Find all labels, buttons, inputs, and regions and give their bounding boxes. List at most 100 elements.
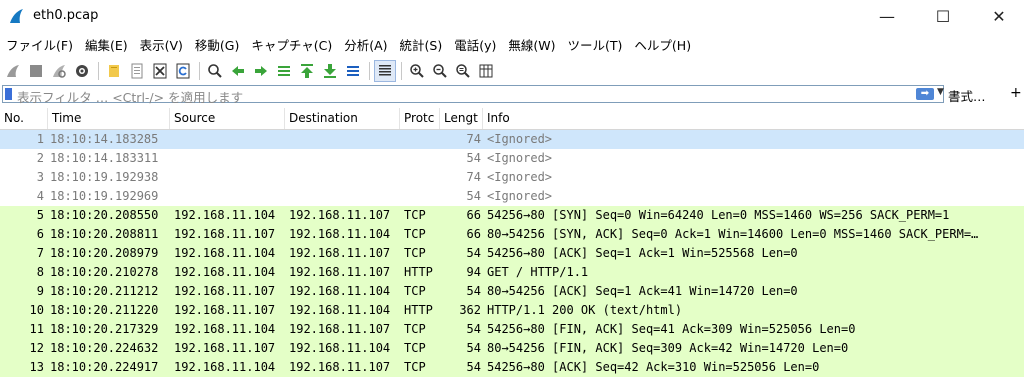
table-row[interactable]: 11 18:10:20.217329 192.168.11.104 192.168.1… <box>0 320 1024 339</box>
cell-info: 54256→80 [FIN, ACK] Seq=41 Ack=309 Win=5… <box>487 322 856 336</box>
stop-icon[interactable] <box>25 60 47 82</box>
cell-no: 1 <box>36 132 44 146</box>
menu-item[interactable]: キャプチャ(C) <box>245 34 338 58</box>
title-bar: eth0.pcap — ☐ ✕ <box>0 0 1024 32</box>
last-packet-icon[interactable] <box>319 60 341 82</box>
colorize-icon[interactable] <box>374 60 396 82</box>
cell-info: 54256→80 [SYN] Seq=0 Win=64240 Len=0 MSS… <box>487 208 950 222</box>
minimize-button[interactable]: — <box>864 0 910 32</box>
table-row[interactable]: 4 18:10:19.192969 54 <Ignored> <box>0 187 1024 206</box>
menu-item[interactable]: ファイル(F) <box>0 34 79 58</box>
menu-item[interactable]: ヘルプ(H) <box>628 34 697 58</box>
cell-len: 74 <box>466 170 481 184</box>
column-header-info[interactable]: Info <box>483 108 1024 129</box>
display-filter-input[interactable]: 表示フィルタ … <Ctrl-/> を適用します ➡ ▼ <box>2 85 944 105</box>
toolbar-separator <box>98 62 99 80</box>
menu-item[interactable]: ツール(T) <box>562 34 629 58</box>
cell-time: 18:10:19.192969 <box>50 189 159 203</box>
close-button[interactable]: ✕ <box>976 0 1022 32</box>
cell-len: 54 <box>466 246 481 260</box>
expression-button[interactable]: 書式… <box>948 86 986 105</box>
maximize-button[interactable]: ☐ <box>920 0 966 32</box>
packet-list-header: No. Time Source Destination Protc Lengt … <box>0 108 1024 130</box>
column-header-no[interactable]: No. <box>0 108 48 129</box>
cell-len: 94 <box>466 265 481 279</box>
cell-time: 18:10:20.217329 <box>50 322 159 336</box>
cell-info: 80→54256 [FIN, ACK] Seq=309 Ack=42 Win=1… <box>487 341 849 355</box>
column-header-destination[interactable]: Destination <box>285 108 400 129</box>
add-filter-button[interactable]: + <box>1010 85 1022 101</box>
cell-proto: TCP <box>404 341 426 355</box>
toolbar-separator <box>369 62 370 80</box>
menu-item[interactable]: 電話(y) <box>448 34 502 58</box>
cell-dst: 192.168.11.104 <box>289 341 391 355</box>
column-header-length[interactable]: Lengt <box>440 108 483 129</box>
cell-src: 192.168.11.107 <box>174 284 276 298</box>
display-filter-bar: 表示フィルタ … <Ctrl-/> を適用します ➡ ▼ 書式… + <box>0 85 1024 105</box>
close-file-icon[interactable] <box>149 60 171 82</box>
column-header-source[interactable]: Source <box>170 108 285 129</box>
cell-src: 192.168.11.107 <box>174 303 276 317</box>
open-folder-icon[interactable] <box>103 60 125 82</box>
options-gear-icon[interactable] <box>71 60 93 82</box>
cell-dst: 192.168.11.104 <box>289 227 391 241</box>
back-arrow-icon[interactable] <box>227 60 249 82</box>
table-row[interactable]: 9 18:10:20.211212 192.168.11.107 192.168.11… <box>0 282 1024 301</box>
zoom-out-icon[interactable] <box>429 60 451 82</box>
cell-no: 11 <box>29 322 44 336</box>
packet-list: 1 18:10:14.183285 74 <Ignored> 2 18:10:14.183… <box>0 130 1024 377</box>
filter-bookmark-icon[interactable] <box>5 88 12 100</box>
cell-info: <Ignored> <box>487 170 553 184</box>
table-row[interactable]: 6 18:10:20.208811 192.168.11.107 192.168.11… <box>0 225 1024 244</box>
column-header-time[interactable]: Time <box>48 108 170 129</box>
autoscroll-icon[interactable] <box>342 60 364 82</box>
cell-src: 192.168.11.104 <box>174 265 276 279</box>
filter-dropdown-icon[interactable]: ▼ <box>937 87 944 97</box>
toolbar-separator <box>199 62 200 80</box>
menu-item[interactable]: 表示(V) <box>134 34 189 58</box>
cell-dst: 192.168.11.107 <box>289 360 391 374</box>
cell-len: 362 <box>459 303 481 317</box>
table-row[interactable]: 2 18:10:14.183311 54 <Ignored> <box>0 149 1024 168</box>
table-row[interactable]: 10 18:10:20.211220 192.168.11.107 192.168.1… <box>0 301 1024 320</box>
menu-item[interactable]: 無線(W) <box>502 34 561 58</box>
table-row[interactable]: 7 18:10:20.208979 192.168.11.104 192.168.11… <box>0 244 1024 263</box>
cell-proto: TCP <box>404 284 426 298</box>
normal-size-icon[interactable] <box>452 60 474 82</box>
menu-item[interactable]: 分析(A) <box>338 34 393 58</box>
cell-info: 54256→80 [ACK] Seq=42 Ack=310 Win=525056… <box>487 360 820 374</box>
toolbar-separator <box>401 62 402 80</box>
menu-item[interactable]: 統計(S) <box>394 34 449 58</box>
find-icon[interactable] <box>204 60 226 82</box>
shark-fin-start-icon[interactable] <box>2 60 24 82</box>
column-header-protocol[interactable]: Protc <box>400 108 440 129</box>
cell-len: 54 <box>466 151 481 165</box>
cell-no: 10 <box>29 303 44 317</box>
first-packet-icon[interactable] <box>296 60 318 82</box>
table-row[interactable]: 3 18:10:19.192938 74 <Ignored> <box>0 168 1024 187</box>
reload-icon[interactable] <box>172 60 194 82</box>
table-row[interactable]: 12 18:10:20.224632 192.168.11.107 192.168.1… <box>0 339 1024 358</box>
zoom-in-icon[interactable] <box>406 60 428 82</box>
forward-arrow-icon[interactable] <box>250 60 272 82</box>
save-file-icon[interactable] <box>126 60 148 82</box>
go-to-packet-icon[interactable] <box>273 60 295 82</box>
table-row[interactable]: 1 18:10:14.183285 74 <Ignored> <box>0 130 1024 149</box>
cell-time: 18:10:20.210278 <box>50 265 159 279</box>
cell-dst: 192.168.11.104 <box>289 303 391 317</box>
table-row[interactable]: 8 18:10:20.210278 192.168.11.104 192.168.11… <box>0 263 1024 282</box>
cell-no: 8 <box>36 265 44 279</box>
cell-no: 7 <box>36 246 44 260</box>
cell-src: 192.168.11.104 <box>174 322 276 336</box>
cell-dst: 192.168.11.107 <box>289 265 391 279</box>
table-row[interactable]: 5 18:10:20.208550 192.168.11.104 192.168.11… <box>0 206 1024 225</box>
cell-time: 18:10:20.211220 <box>50 303 159 317</box>
resize-columns-icon[interactable] <box>475 60 497 82</box>
menu-item[interactable]: 移動(G) <box>189 34 245 58</box>
cell-len: 54 <box>466 284 481 298</box>
menu-item[interactable]: 編集(E) <box>79 34 134 58</box>
cell-proto: TCP <box>404 227 426 241</box>
apply-filter-arrow-icon[interactable]: ➡ <box>916 88 934 100</box>
restart-icon[interactable] <box>48 60 70 82</box>
table-row[interactable]: 13 18:10:20.224917 192.168.11.104 192.168.1… <box>0 358 1024 377</box>
